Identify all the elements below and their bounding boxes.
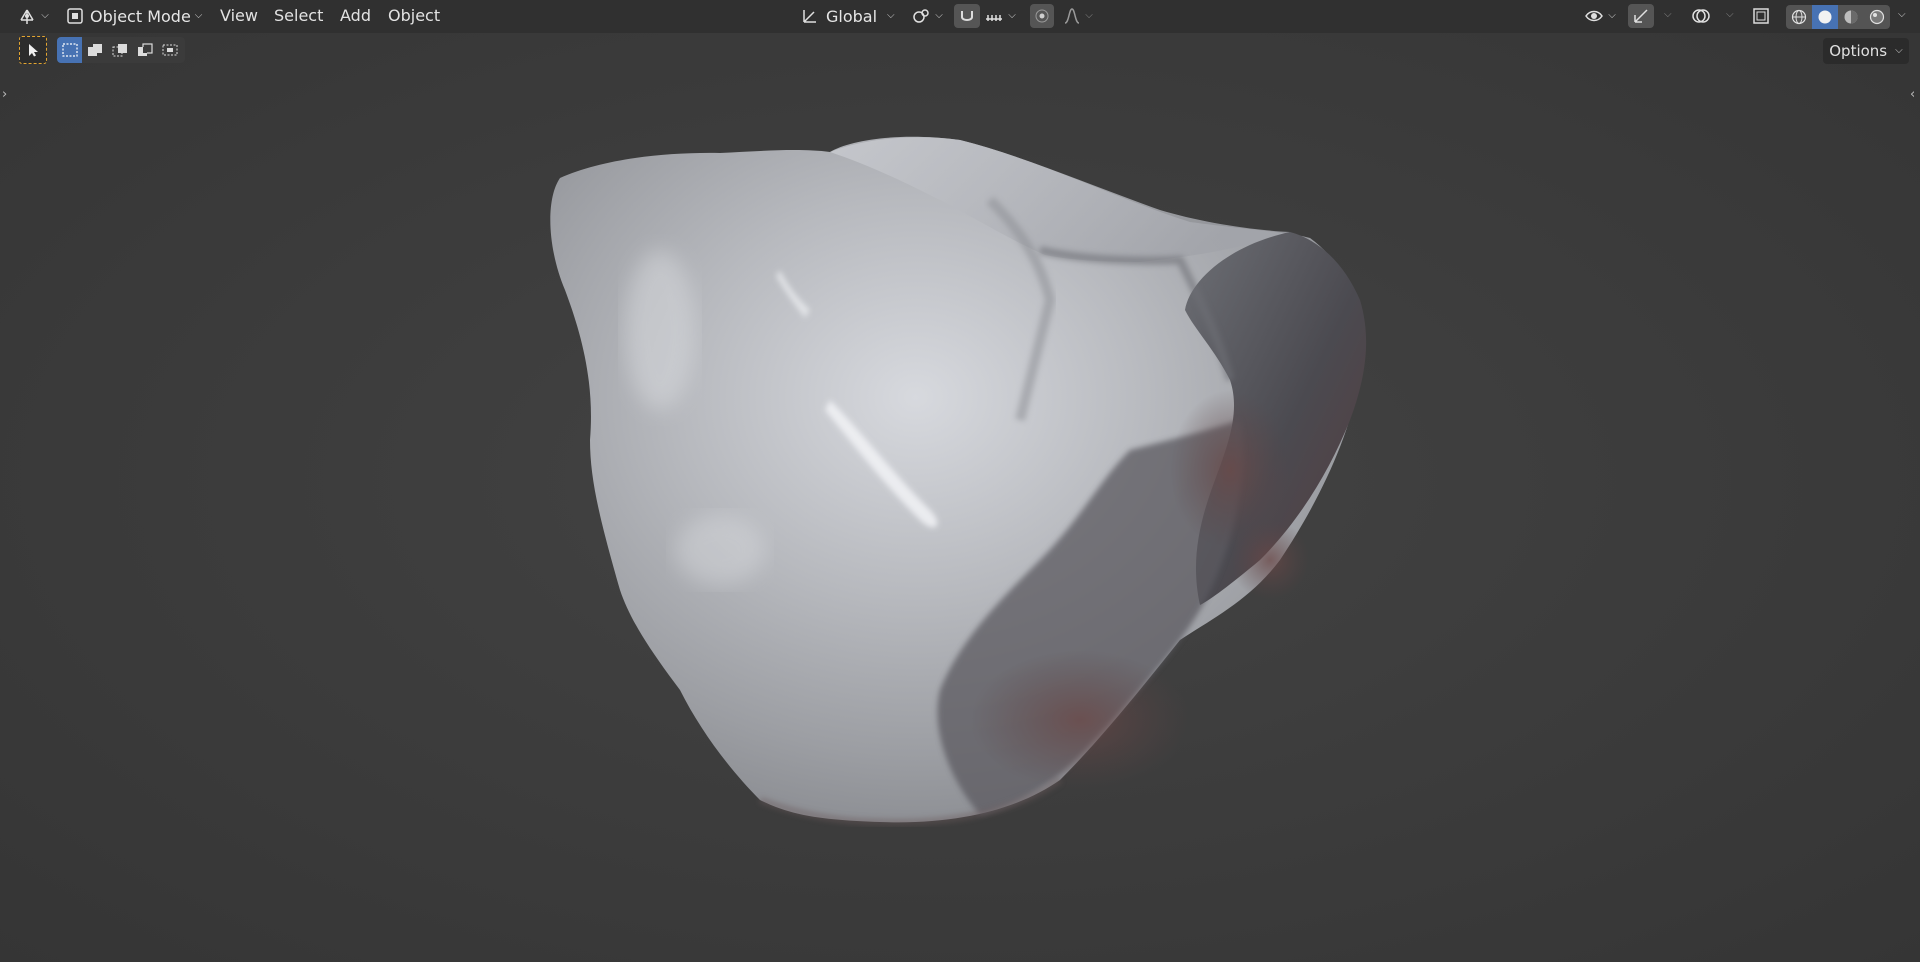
pivot-point-dropdown[interactable]: ⌵ — [908, 4, 946, 28]
menu-view[interactable]: View — [214, 4, 264, 28]
gizmo-toggle[interactable] — [1628, 4, 1654, 28]
chevron-down-icon: ⌵ — [1608, 9, 1616, 21]
menu-add[interactable]: Add — [334, 4, 377, 28]
falloff-dropdown[interactable]: ⌵ — [1060, 4, 1096, 28]
mode-label: Object Mode — [90, 6, 191, 26]
chevron-down-icon: ⌵ — [1008, 9, 1016, 21]
snap-target-dropdown[interactable]: ⌵ — [980, 4, 1020, 28]
select-invert-icon — [136, 42, 154, 58]
options-dropdown[interactable]: Options ⌵ — [1823, 38, 1909, 64]
select-mode-invert[interactable] — [132, 37, 157, 63]
select-subtract-icon — [111, 42, 129, 58]
shading-rendered-button[interactable] — [1864, 5, 1890, 29]
pivot-link-icon — [911, 6, 931, 26]
visibility-dropdown[interactable]: ⌵ — [1580, 4, 1620, 28]
wireframe-sphere-icon — [1791, 9, 1807, 25]
menu-select[interactable]: Select — [268, 4, 329, 28]
xray-toggle[interactable] — [1748, 4, 1774, 28]
rock-red-tint-3 — [1230, 520, 1310, 600]
viewport-header: ⌵ Object Mode ⌵ View Select Add Object G… — [0, 0, 1920, 33]
select-mode-extend[interactable] — [82, 37, 107, 63]
select-intersect-icon — [161, 42, 179, 58]
select-mode-subtract[interactable] — [107, 37, 132, 63]
options-label: Options — [1829, 42, 1888, 60]
rendered-sphere-icon — [1869, 9, 1885, 25]
shading-mode-group — [1786, 5, 1890, 29]
snap-increment-icon — [984, 7, 1004, 25]
mode-selector[interactable]: Object Mode ⌵ — [62, 4, 206, 28]
orientation-label: Global — [826, 6, 878, 26]
solid-sphere-icon — [1817, 9, 1833, 25]
snap-toggle[interactable] — [954, 4, 980, 28]
chevron-down-icon: ⌵ — [935, 9, 943, 21]
viewport-gizmo-icon — [17, 6, 37, 26]
rock-highlight-3 — [625, 250, 695, 410]
selection-mode-group — [57, 37, 185, 63]
gizmo-icon — [1632, 7, 1650, 25]
transform-orientation-dropdown[interactable]: Global ⌵ — [796, 4, 904, 28]
chevron-down-icon: ⌵ — [1085, 9, 1093, 21]
overlay-toggle[interactable] — [1688, 4, 1714, 28]
chevron-down-icon: ⌵ — [194, 9, 203, 21]
gizmo-chevron-icon[interactable]: ⌵ — [1664, 9, 1672, 20]
select-mode-intersect[interactable] — [157, 37, 182, 63]
overlay-chevron-icon[interactable]: ⌵ — [1726, 9, 1734, 20]
shading-chevron-icon[interactable]: ⌵ — [1898, 9, 1906, 20]
active-tool-select-box[interactable] — [19, 36, 47, 64]
tool-settings-row: Options ⌵ — [0, 33, 1920, 67]
proportional-edit-toggle[interactable] — [1030, 4, 1054, 28]
object-mode-icon — [66, 7, 84, 25]
chevron-down-icon: ⌵ — [887, 9, 895, 21]
orientation-axes-icon — [800, 6, 820, 26]
proportional-edit-icon — [1034, 8, 1050, 24]
xray-icon — [1752, 7, 1770, 25]
shading-wireframe-button[interactable] — [1786, 5, 1812, 29]
material-sphere-icon — [1843, 9, 1859, 25]
menu-object[interactable]: Object — [382, 4, 446, 28]
toolbar-expand-arrow-icon[interactable]: › — [2, 87, 7, 102]
falloff-curve-icon — [1063, 7, 1081, 25]
chevron-down-icon: ⌵ — [41, 9, 49, 21]
editor-type-button[interactable]: ⌵ — [14, 4, 52, 28]
shading-solid-button[interactable] — [1812, 5, 1838, 29]
rock-highlight-4 — [675, 515, 765, 585]
select-new-icon — [61, 42, 79, 58]
select-extend-icon — [86, 42, 104, 58]
snap-magnet-icon — [958, 7, 976, 25]
select-mode-new[interactable] — [57, 37, 82, 63]
eye-icon — [1584, 7, 1604, 25]
cursor-arrow-icon — [26, 43, 40, 57]
overlay-icon — [1691, 6, 1711, 26]
3d-viewport[interactable]: ⌵ Object Mode ⌵ View Select Add Object G… — [0, 0, 1920, 962]
shading-material-button[interactable] — [1838, 5, 1864, 29]
chevron-down-icon: ⌵ — [1895, 44, 1903, 56]
rock-mesh[interactable] — [0, 0, 1920, 962]
rock-red-tint-2 — [970, 650, 1190, 790]
sidebar-expand-arrow-icon[interactable]: ‹ — [1910, 87, 1915, 102]
